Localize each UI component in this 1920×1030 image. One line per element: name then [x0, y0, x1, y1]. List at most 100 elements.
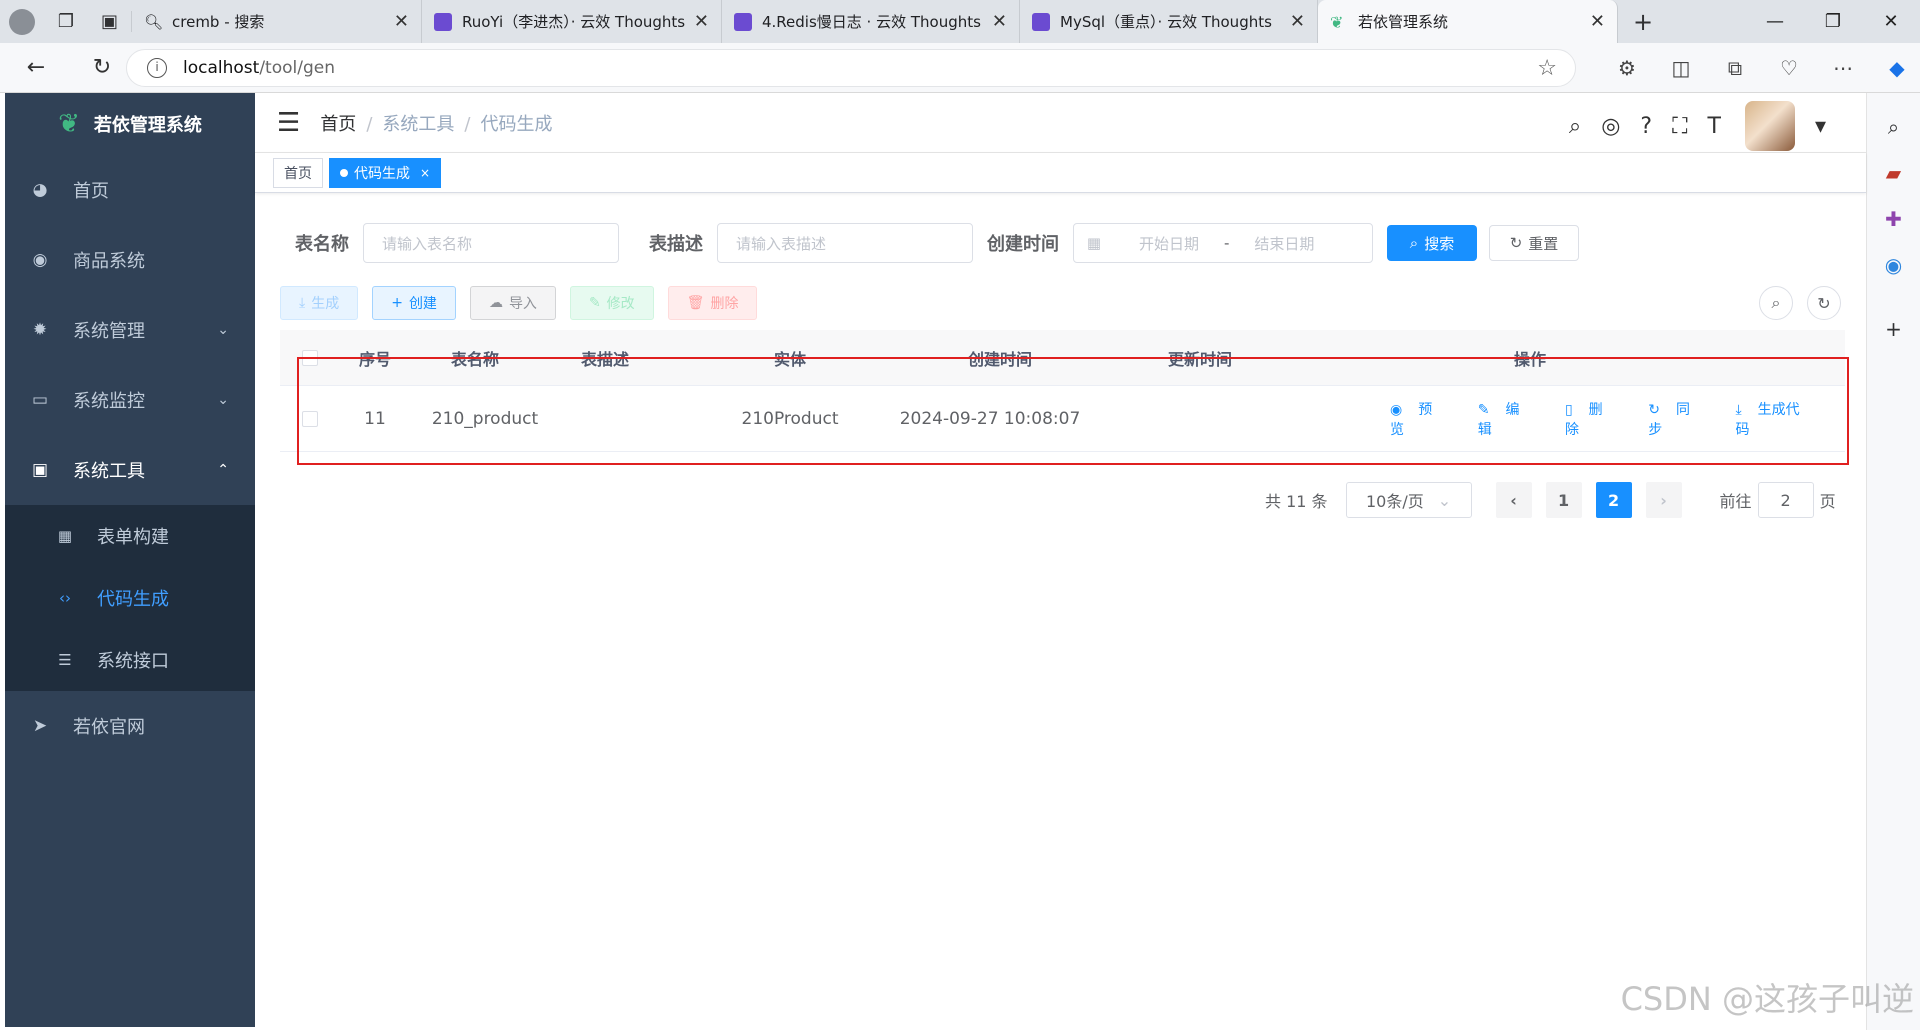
close-icon[interactable]: ✕	[394, 11, 409, 32]
thoughts-icon	[1032, 12, 1050, 31]
date-range-picker[interactable]: ▦ 开始日期 - 结束日期	[1073, 223, 1373, 263]
next-page-button[interactable]: ›	[1645, 482, 1682, 518]
sidebar-item-system[interactable]: ✹ 系统管理 ⌄	[5, 295, 255, 365]
search-icon[interactable]: ⌕	[1867, 115, 1920, 139]
tools-submenu: ▦ 表单构建 ‹› 代码生成 ☰ 系统接口	[5, 505, 255, 691]
reload-icon[interactable]: ↻	[80, 55, 124, 80]
page-1-button[interactable]: 1	[1545, 482, 1582, 518]
sidebar-logo[interactable]: ❦ 若依管理系统	[5, 93, 255, 155]
breadcrumb-home[interactable]: 首页	[320, 114, 356, 135]
fullscreen-icon[interactable]: ⛶	[1672, 114, 1687, 139]
page-size-select[interactable]: 10条/页 ⌄	[1345, 482, 1472, 518]
question-icon[interactable]: ?	[1640, 114, 1652, 139]
close-icon[interactable]: ✕	[1590, 11, 1605, 32]
tags-view: 首页 代码生成 ×	[255, 153, 1866, 193]
github-icon[interactable]: ◎	[1601, 114, 1620, 139]
browser-tab-strip: ❐ ▣ 🔍︎ cremb - 搜索 ✕ RuoYi（李进杰）· 云效 Thought…	[0, 0, 1920, 43]
puzzle-icon[interactable]: ✚	[1867, 207, 1920, 231]
edit-icon: ✎	[588, 295, 601, 311]
search-button[interactable]: ⌕ 搜索	[1387, 225, 1477, 261]
font-size-icon[interactable]: T	[1708, 114, 1721, 139]
close-icon[interactable]: ✕	[694, 11, 709, 32]
chevron-down-icon: ⌄	[1437, 490, 1452, 510]
create-button[interactable]: + 创建	[372, 286, 456, 320]
prev-page-button[interactable]: ‹	[1495, 482, 1532, 518]
trash-icon: 🗑︎	[686, 295, 705, 311]
leaf-logo-icon: ❦	[58, 109, 80, 139]
add-icon[interactable]: +	[1867, 317, 1920, 341]
office-icon[interactable]: ◉	[1867, 253, 1920, 277]
sidebar-item-monitor[interactable]: ▭ 系统监控 ⌄	[5, 365, 255, 435]
monitor-icon: ▭	[31, 390, 49, 410]
refresh-table-button[interactable]: ↻	[1807, 286, 1841, 320]
import-button[interactable]: ☁ 导入	[469, 286, 556, 320]
sidebar-item-home[interactable]: ◕ 首页	[5, 155, 255, 225]
profile-icon[interactable]	[0, 0, 44, 43]
tag-codegen[interactable]: 代码生成 ×	[329, 157, 442, 188]
tools-icon[interactable]: ▰	[1867, 161, 1920, 185]
new-tab-button[interactable]: +	[1618, 8, 1668, 36]
delete-button[interactable]: 🗑︎ 删除	[667, 286, 758, 320]
close-window-icon[interactable]: ✕	[1862, 11, 1920, 32]
browser-tab-3[interactable]: 4.Redis慢日志 · 云效 Thoughts · 企✕	[722, 0, 1020, 43]
address-bar-row: ← ↻ i localhost/tool/gen ☆ ⚙ ◫ ⧉ ♡ ⋯ ◆	[0, 43, 1920, 93]
maximize-icon[interactable]: ❐	[1804, 11, 1862, 32]
generate-button[interactable]: ⤓ 生成	[280, 286, 359, 320]
thoughts-icon	[434, 12, 452, 31]
sidebar-item-tools[interactable]: ▣ 系统工具 ⌃	[5, 435, 255, 505]
table-name-input[interactable]: 请输入表名称	[363, 223, 619, 263]
refresh-icon: ↻	[1509, 234, 1523, 252]
collections-icon[interactable]: ⧉	[1708, 56, 1762, 80]
window-controls: — ❐ ✕	[1746, 0, 1920, 43]
browser-tab-4[interactable]: MySql（重点）· 云效 Thoughts ✕	[1020, 0, 1318, 43]
close-icon[interactable]: ✕	[1290, 11, 1305, 32]
browser-tab-1[interactable]: 🔍︎ cremb - 搜索 ✕	[132, 0, 422, 43]
breadcrumb-codegen: 代码生成	[480, 113, 553, 135]
end-date-input[interactable]: 结束日期	[1229, 233, 1339, 254]
caret-down-icon[interactable]: ▾	[1815, 114, 1826, 139]
chevron-up-icon: ⌃	[217, 462, 229, 478]
sidebar-item-form-build[interactable]: ▦ 表单构建	[5, 505, 255, 567]
edge-sidebar: ⌕ ▰ ✚ ◉ +	[1866, 93, 1920, 1030]
close-icon[interactable]: ✕	[992, 11, 1007, 32]
sidebar-item-code-gen[interactable]: ‹› 代码生成	[5, 567, 255, 629]
send-icon: ➤	[32, 716, 48, 736]
hamburger-icon[interactable]: ☰	[277, 108, 300, 138]
back-icon[interactable]: ←	[14, 55, 58, 80]
grid-icon: ▦	[57, 527, 73, 545]
performance-icon[interactable]: ♡	[1762, 56, 1816, 80]
tab-actions-icon[interactable]: ▣	[88, 11, 132, 32]
watermark: CSDN @这孩子叫逆	[1620, 980, 1914, 1018]
page-2-button[interactable]: 2	[1595, 482, 1632, 518]
extensions-icon[interactable]: ⚙	[1600, 56, 1654, 80]
search-icon[interactable]: ⌕	[1569, 114, 1581, 139]
workspaces-icon[interactable]: ❐	[44, 11, 88, 32]
url-field[interactable]: i localhost/tool/gen ☆	[126, 49, 1576, 87]
avatar[interactable]	[1744, 101, 1795, 151]
edit-button[interactable]: ✎ 修改	[569, 286, 654, 320]
start-date-input[interactable]: 开始日期	[1114, 233, 1224, 254]
tag-home[interactable]: 首页	[273, 157, 323, 188]
thoughts-icon	[734, 12, 752, 31]
more-icon[interactable]: ⋯	[1816, 56, 1870, 80]
table-toolbar: ⤓ 生成 + 创建 ☁ 导入 ✎ 修改 🗑︎ 删除	[280, 286, 771, 320]
circle-icon: ◉	[32, 250, 48, 270]
copilot-icon[interactable]: ◆	[1870, 56, 1920, 80]
browser-tab-5[interactable]: ❦ 若依管理系统 ✕	[1318, 0, 1618, 43]
reset-button[interactable]: ↻ 重置	[1489, 225, 1579, 261]
minimize-icon[interactable]: —	[1746, 11, 1804, 32]
sidebar-item-website[interactable]: ➤ 若依官网	[5, 691, 255, 761]
split-screen-icon[interactable]: ◫	[1654, 56, 1708, 80]
sidebar-item-swagger[interactable]: ☰ 系统接口	[5, 629, 255, 691]
toggle-search-button[interactable]: ⌕	[1759, 286, 1793, 320]
search-icon: ⌕	[1771, 293, 1781, 312]
sidebar-item-goods[interactable]: ◉ 商品系统	[5, 225, 255, 295]
goto-page-input[interactable]: 2	[1757, 482, 1814, 518]
info-icon[interactable]: i	[147, 58, 167, 78]
browser-tab-2[interactable]: RuoYi（李进杰）· 云效 Thoughts ✕	[422, 0, 722, 43]
close-icon[interactable]: ×	[420, 166, 430, 180]
leaf-icon: ❦	[1330, 12, 1344, 32]
favorite-star-icon[interactable]: ☆	[1537, 56, 1557, 81]
table-desc-input[interactable]: 请输入表描述	[717, 223, 973, 263]
sliders-icon: ☰	[58, 651, 72, 669]
